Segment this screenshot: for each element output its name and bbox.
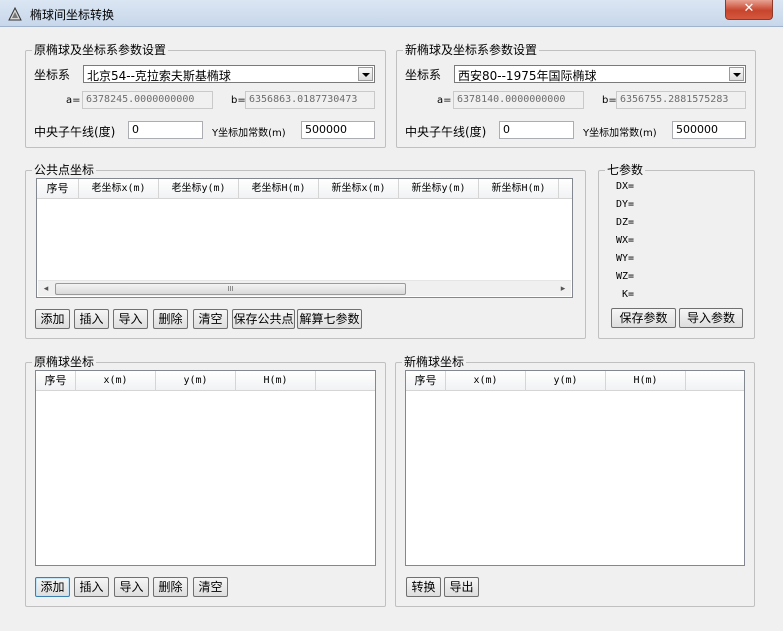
window-title: 椭球间坐标转换: [30, 8, 115, 22]
app-triangle-icon: [8, 7, 22, 21]
seven-params-group: 七参数 DX= DY= DZ= WX= WY= WZ= K= 保存参数 导入参数: [598, 163, 755, 339]
common-insert-button[interactable]: 插入: [74, 309, 109, 329]
source-b-label: b=: [231, 95, 246, 106]
source-coords-group: 原椭球坐标 序号 x(m) y(m) H(m) 添加 插入 导入 删除 清空: [25, 355, 386, 607]
param-k-label: K=: [622, 289, 635, 300]
target-a-label: a=: [437, 95, 452, 106]
common-add-button[interactable]: 添加: [35, 309, 70, 329]
param-dy-label: DY=: [616, 199, 635, 210]
column-header[interactable]: 序号: [406, 371, 446, 391]
target-coord-label: 坐标系: [405, 68, 442, 82]
convert-button[interactable]: 转换: [406, 577, 441, 597]
column-header[interactable]: 老坐标H(m): [239, 179, 319, 199]
source-meridian-label: 中央子午线(度): [34, 125, 116, 139]
source-a-label: a=: [66, 95, 81, 106]
column-header[interactable]: H(m): [236, 371, 316, 391]
column-header-filler: [316, 371, 375, 391]
scroll-right-icon[interactable]: ▸: [556, 283, 570, 295]
source-coords-title: 原椭球坐标: [32, 355, 97, 369]
target-params-title: 新椭球及坐标系参数设置: [403, 43, 540, 57]
column-header-filler: [686, 371, 744, 391]
scroll-left-icon[interactable]: ◂: [39, 283, 53, 295]
param-wx-label: WX=: [616, 235, 635, 246]
common-clear-button[interactable]: 清空: [193, 309, 228, 329]
chevron-down-icon[interactable]: [729, 67, 744, 81]
column-header[interactable]: x(m): [76, 371, 156, 391]
column-header[interactable]: y(m): [156, 371, 236, 391]
save-params-button[interactable]: 保存参数: [611, 308, 676, 328]
common-points-title: 公共点坐标: [32, 163, 97, 177]
solve-seven-params-button[interactable]: 解算七参数: [297, 309, 362, 329]
source-coord-label: 坐标系: [34, 68, 71, 82]
target-coord-value: 西安80--1975年国际椭球: [458, 69, 597, 83]
common-delete-button[interactable]: 删除: [153, 309, 188, 329]
source-params-group: 原椭球及坐标系参数设置 坐标系 北京54--克拉索夫斯基椭球 a= 637824…: [25, 43, 386, 148]
source-a-field: 6378245.0000000000: [82, 91, 213, 109]
column-header[interactable]: 序号: [37, 179, 79, 199]
target-b-label: b=: [602, 95, 617, 106]
target-meridian-input[interactable]: 0: [499, 121, 574, 139]
source-delete-button[interactable]: 删除: [153, 577, 188, 597]
source-coord-value: 北京54--克拉索夫斯基椭球: [87, 69, 231, 83]
source-insert-button[interactable]: 插入: [74, 577, 109, 597]
column-header[interactable]: 老坐标y(m): [159, 179, 239, 199]
target-coords-title: 新椭球坐标: [402, 355, 467, 369]
column-header[interactable]: 新坐标x(m): [319, 179, 399, 199]
column-header[interactable]: H(m): [606, 371, 686, 391]
source-b-field: 6356863.0187730473: [245, 91, 375, 109]
seven-params-title: 七参数: [605, 163, 646, 177]
source-meridian-input[interactable]: 0: [128, 121, 203, 139]
column-header-filler: [559, 179, 572, 199]
common-points-list[interactable]: 序号 老坐标x(m) 老坐标y(m) 老坐标H(m) 新坐标x(m) 新坐标y(…: [36, 178, 573, 298]
target-meridian-label: 中央子午线(度): [405, 125, 487, 139]
column-header[interactable]: 新坐标H(m): [479, 179, 559, 199]
target-params-group: 新椭球及坐标系参数设置 坐标系 西安80--1975年国际椭球 a= 63781…: [396, 43, 756, 148]
source-clear-button[interactable]: 清空: [193, 577, 228, 597]
param-dz-label: DZ=: [616, 217, 635, 228]
column-header[interactable]: 老坐标x(m): [79, 179, 159, 199]
close-button[interactable]: ✕: [725, 0, 773, 20]
param-wy-label: WY=: [616, 253, 635, 264]
source-import-button[interactable]: 导入: [114, 577, 149, 597]
param-wz-label: WZ=: [616, 271, 635, 282]
source-add-button[interactable]: 添加: [35, 577, 70, 597]
export-button[interactable]: 导出: [444, 577, 479, 597]
source-coords-header: 序号 x(m) y(m) H(m): [36, 371, 375, 391]
common-points-group: 公共点坐标 序号 老坐标x(m) 老坐标y(m) 老坐标H(m) 新坐标x(m)…: [25, 163, 586, 339]
source-coords-list[interactable]: 序号 x(m) y(m) H(m): [35, 370, 376, 566]
scroll-thumb[interactable]: III: [55, 283, 406, 295]
source-coord-select[interactable]: 北京54--克拉索夫斯基椭球: [83, 65, 375, 83]
column-header[interactable]: x(m): [446, 371, 526, 391]
column-header[interactable]: y(m): [526, 371, 606, 391]
target-yadd-input[interactable]: 500000: [672, 121, 746, 139]
source-params-title: 原椭球及坐标系参数设置: [32, 43, 169, 57]
save-common-points-button[interactable]: 保存公共点: [232, 309, 295, 329]
source-yadd-label: Y坐标加常数(m): [212, 128, 286, 139]
target-coords-header: 序号 x(m) y(m) H(m): [406, 371, 744, 391]
param-dx-label: DX=: [616, 181, 635, 192]
common-import-button[interactable]: 导入: [113, 309, 148, 329]
target-yadd-label: Y坐标加常数(m): [583, 128, 657, 139]
chevron-down-icon[interactable]: [358, 67, 373, 81]
target-coord-select[interactable]: 西安80--1975年国际椭球: [454, 65, 746, 83]
import-params-button[interactable]: 导入参数: [679, 308, 743, 328]
title-bar: 椭球间坐标转换 ✕: [0, 0, 783, 27]
target-coords-group: 新椭球坐标 序号 x(m) y(m) H(m) 转换 导出: [395, 355, 755, 607]
horizontal-scrollbar[interactable]: ◂ III ▸: [38, 280, 571, 296]
target-a-field: 6378140.0000000000: [453, 91, 584, 109]
target-b-field: 6356755.2881575283: [616, 91, 746, 109]
source-yadd-input[interactable]: 500000: [301, 121, 375, 139]
target-coords-list[interactable]: 序号 x(m) y(m) H(m): [405, 370, 745, 566]
column-header[interactable]: 序号: [36, 371, 76, 391]
column-header[interactable]: 新坐标y(m): [399, 179, 479, 199]
common-points-header: 序号 老坐标x(m) 老坐标y(m) 老坐标H(m) 新坐标x(m) 新坐标y(…: [37, 179, 572, 199]
